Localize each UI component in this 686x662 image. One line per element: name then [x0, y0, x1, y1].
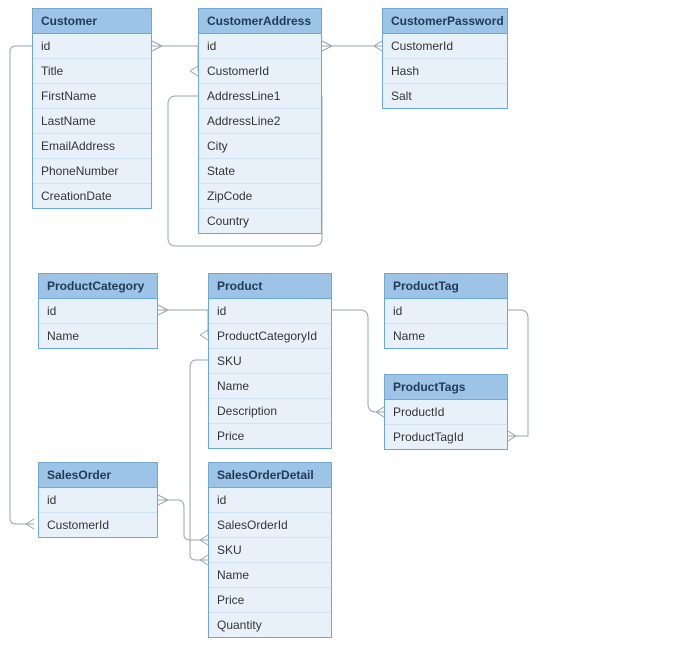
field-row: Price [209, 424, 331, 448]
field-row: id [209, 488, 331, 513]
field-row: PhoneNumber [33, 159, 151, 184]
field-row: AddressLine2 [199, 109, 321, 134]
field-row: Hash [383, 59, 507, 84]
field-row: Price [209, 588, 331, 613]
entity-header: ProductTags [385, 375, 507, 400]
field-row: id [39, 299, 157, 324]
field-row: State [199, 159, 321, 184]
entity-header: CustomerAddress [199, 9, 321, 34]
entity-customer-password[interactable]: CustomerPassword CustomerId Hash Salt [382, 8, 508, 109]
entity-header: Customer [33, 9, 151, 34]
entity-header: Product [209, 274, 331, 299]
field-row: EmailAddress [33, 134, 151, 159]
entity-product-category[interactable]: ProductCategory id Name [38, 273, 158, 349]
entity-customer[interactable]: Customer id Title FirstName LastName Ema… [32, 8, 152, 209]
field-row: Description [209, 399, 331, 424]
field-row: Country [199, 209, 321, 233]
field-row: SKU [209, 538, 331, 563]
field-row: Name [39, 324, 157, 348]
field-row: CustomerId [383, 34, 507, 59]
field-row: Salt [383, 84, 507, 108]
field-row: Name [385, 324, 507, 348]
field-row: id [199, 34, 321, 59]
field-row: id [33, 34, 151, 59]
field-row: ZipCode [199, 184, 321, 209]
field-row: id [209, 299, 331, 324]
entity-product-tag[interactable]: ProductTag id Name [384, 273, 508, 349]
field-row: ProductCategoryId [209, 324, 331, 349]
field-row: LastName [33, 109, 151, 134]
field-row: CustomerId [199, 59, 321, 84]
entity-customer-address[interactable]: CustomerAddress id CustomerId AddressLin… [198, 8, 322, 234]
entity-header: ProductCategory [39, 274, 157, 299]
field-row: ProductId [385, 400, 507, 425]
entity-product-tags[interactable]: ProductTags ProductId ProductTagId [384, 374, 508, 450]
field-row: SalesOrderId [209, 513, 331, 538]
field-row: ProductTagId [385, 425, 507, 449]
entity-header: SalesOrderDetail [209, 463, 331, 488]
entity-sales-order-detail[interactable]: SalesOrderDetail id SalesOrderId SKU Nam… [208, 462, 332, 638]
field-row: CustomerId [39, 513, 157, 537]
field-row: Name [209, 563, 331, 588]
field-row: id [39, 488, 157, 513]
entity-header: SalesOrder [39, 463, 157, 488]
entity-header: ProductTag [385, 274, 507, 299]
field-row: FirstName [33, 84, 151, 109]
field-row: id [385, 299, 507, 324]
field-row: City [199, 134, 321, 159]
entity-sales-order[interactable]: SalesOrder id CustomerId [38, 462, 158, 538]
field-row: Name [209, 374, 331, 399]
field-row: Title [33, 59, 151, 84]
field-row: CreationDate [33, 184, 151, 208]
entity-header: CustomerPassword [383, 9, 507, 34]
entity-product[interactable]: Product id ProductCategoryId SKU Name De… [208, 273, 332, 449]
field-row: Quantity [209, 613, 331, 637]
field-row: AddressLine1 [199, 84, 321, 109]
field-row: SKU [209, 349, 331, 374]
